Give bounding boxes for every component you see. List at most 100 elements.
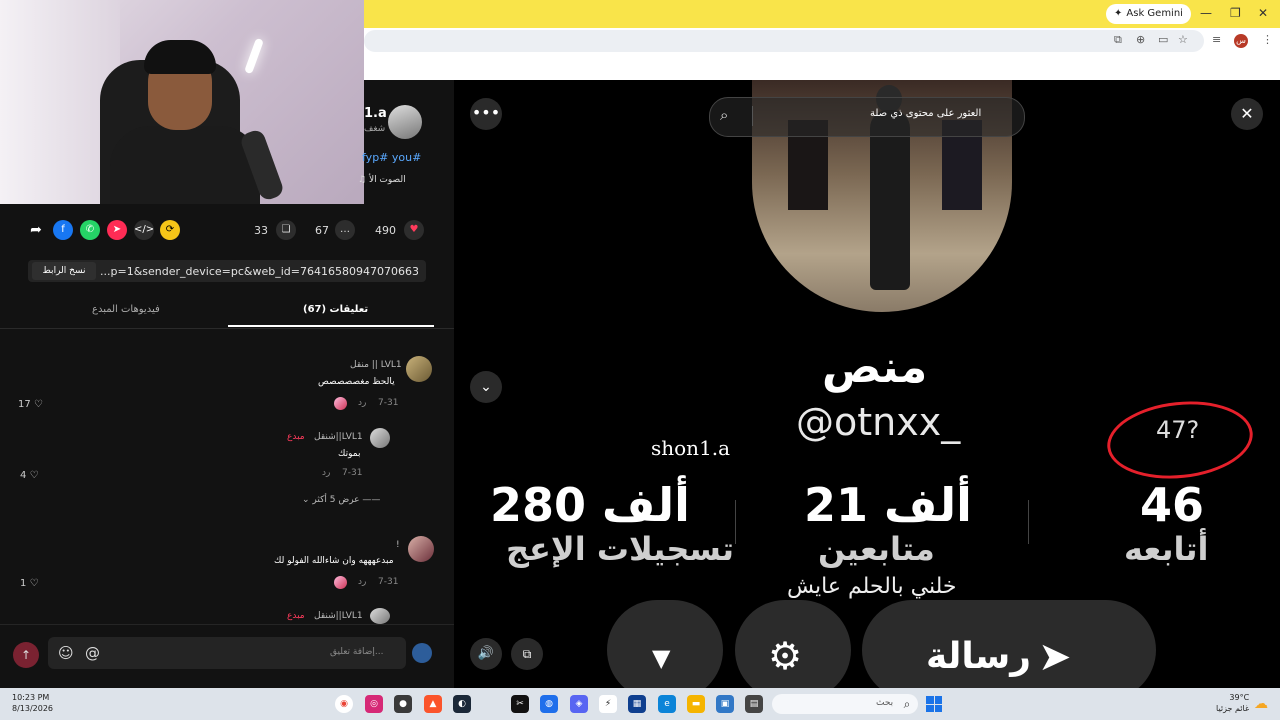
triangle-down-icon: ▼ <box>652 644 671 672</box>
app-icon[interactable]: ▦ <box>628 695 646 713</box>
facebook-icon[interactable]: f <box>53 220 73 240</box>
tab-creator-videos[interactable]: فيديوهات المبدع <box>92 304 160 315</box>
weather-description: غائم جزئيا <box>1216 704 1250 713</box>
heart-icon[interactable]: ♥ <box>404 220 424 240</box>
close-video-button[interactable]: ✕ <box>1231 98 1263 130</box>
profile-avatar[interactable]: س <box>1234 34 1248 48</box>
zoom-icon[interactable]: ⊕ <box>1136 33 1145 46</box>
heart-outline-icon: ♡ <box>33 399 43 410</box>
translate-icon[interactable]: ⧉ <box>1114 33 1122 47</box>
send-icon[interactable]: ➤ <box>107 220 127 240</box>
more-dots-icon: ••• <box>471 103 501 122</box>
brave-icon[interactable]: ▲ <box>424 695 442 713</box>
more-options-button[interactable]: ••• <box>470 98 502 130</box>
app-icon[interactable]: ● <box>394 695 412 713</box>
active-tab-indicator <box>228 325 434 327</box>
likes-total: 280 ألف <box>490 478 690 532</box>
post-comment-button[interactable]: ↑ <box>13 642 39 668</box>
paper-plane-icon: ➤ <box>1038 634 1072 680</box>
whatsapp-icon[interactable]: ✆ <box>80 220 100 240</box>
reply-avatar[interactable] <box>370 428 390 448</box>
cast-icon[interactable]: ▭ <box>1158 33 1168 46</box>
embed-icon[interactable]: </> <box>134 220 154 240</box>
app-icon[interactable]: ▤ <box>745 695 763 713</box>
taskbar-weather[interactable]: 39°C غائم جزئيا <box>1216 692 1249 714</box>
stat-divider <box>735 500 736 544</box>
creator-badge: مبدع <box>287 432 305 442</box>
capcut-icon[interactable]: ✂ <box>511 695 529 713</box>
comment-avatar[interactable] <box>408 536 434 562</box>
reply-avatar[interactable] <box>370 608 390 624</box>
comment-placeholder: إضافة تعليق... <box>330 647 384 657</box>
bookmark-icon[interactable]: ❏ <box>276 220 296 240</box>
annotation-text: 47? <box>1156 416 1200 444</box>
comment-like-count: 17 <box>18 399 31 410</box>
taskbar-time: 10:23 PM <box>12 693 50 702</box>
search-divider <box>752 106 753 126</box>
share-arrow-icon[interactable]: ➦ <box>26 220 46 240</box>
user-avatar[interactable] <box>412 643 432 663</box>
volume-button[interactable]: 🔊 <box>470 638 502 670</box>
reply-button[interactable]: رد <box>358 577 366 587</box>
chrome-icon[interactable]: ◉ <box>335 695 353 713</box>
photo-person-body <box>870 110 910 290</box>
comment-author[interactable]: منقل || LVL1 <box>350 360 402 370</box>
search-icon[interactable]: ⌕ <box>720 106 728 124</box>
reading-list-icon[interactable]: ≡ <box>1212 33 1221 46</box>
author-avatar[interactable] <box>388 105 422 139</box>
next-video-button[interactable]: ⌄ <box>470 371 502 403</box>
author-name[interactable]: 1.a <box>364 106 387 121</box>
bookmark-star-icon[interactable]: ☆ <box>1178 33 1188 46</box>
following-label: أتابعه <box>1124 530 1209 568</box>
address-bar[interactable] <box>364 30 1204 52</box>
reply-author[interactable]: شنقل||LVL1 <box>314 611 363 621</box>
video-link-url[interactable]: ...p=1&sender_device=pc&web_id=764165809… <box>100 265 418 278</box>
taskbar-search[interactable] <box>772 694 918 714</box>
ask-gemini-button[interactable]: ✦ Ask Gemini <box>1106 4 1191 24</box>
comment-avatar[interactable] <box>406 356 432 382</box>
browser-menu-icon[interactable]: ⋮ <box>1262 33 1273 46</box>
windows-start-icon[interactable] <box>926 696 942 712</box>
user-gear-icon: ⚙ <box>768 634 803 678</box>
reply-date: 7-31 <box>342 468 363 478</box>
reply-like[interactable]: 4 ♡ <box>20 470 39 481</box>
reply-button[interactable]: رد <box>322 468 330 478</box>
comment-author[interactable]: ! <box>396 540 400 550</box>
app-icon[interactable]: ⚡ <box>599 695 617 713</box>
comment-like[interactable]: 17 ♡ <box>18 399 43 410</box>
minimize-icon[interactable]: — <box>1200 6 1212 20</box>
app-icon[interactable]: ▣ <box>716 695 734 713</box>
tab-comments[interactable]: تعليقات (67) <box>303 304 368 315</box>
followers-count: 21 ألف <box>804 478 972 532</box>
taskbar-date: 8/13/2026 <box>12 704 54 713</box>
steam-icon[interactable]: ◐ <box>453 695 471 713</box>
file-explorer-icon[interactable]: ▬ <box>687 695 705 713</box>
emoji-icon[interactable]: ☺ <box>58 644 74 662</box>
weather-icon: ☁ <box>1254 696 1268 712</box>
mini-player-button[interactable]: ⧉ <box>511 638 543 670</box>
view-more-label: عرض 5 أكثر <box>312 495 360 505</box>
maximize-icon[interactable]: ❐ <box>1230 6 1241 20</box>
video-hashtags[interactable]: fyp# you# <box>362 151 421 164</box>
close-window-icon[interactable]: ✕ <box>1258 6 1268 20</box>
followers-label: متابعين <box>818 530 935 568</box>
video-sound[interactable]: ♫ الصوت الأ <box>358 175 406 185</box>
discord-icon[interactable]: ◈ <box>570 695 588 713</box>
repost-icon[interactable]: ⟳ <box>160 220 180 240</box>
taskbar-clock[interactable]: 10:23 PM 8/13/2026 <box>12 692 53 714</box>
copy-link-button[interactable]: نسخ الرابط <box>32 262 96 280</box>
view-more-replies[interactable]: ⌄ عرض 5 أكثر —— <box>302 495 380 505</box>
gemini-icon: ✦ <box>1114 8 1123 19</box>
reply-button[interactable]: رد <box>358 398 366 408</box>
comment-date: 7-31 <box>378 577 399 587</box>
comment-icon[interactable]: … <box>335 220 355 240</box>
mention-icon[interactable]: @ <box>85 644 100 662</box>
edge-icon[interactable]: e <box>658 695 676 713</box>
comment-like[interactable]: 1 ♡ <box>20 578 39 589</box>
instagram-icon[interactable]: ◎ <box>365 695 383 713</box>
app-icon[interactable]: ◍ <box>540 695 558 713</box>
reply-author[interactable]: شنقل||LVL1 <box>314 432 363 442</box>
video-watermark: shon1.a <box>651 436 731 460</box>
search-icon[interactable]: ⌕ <box>898 695 916 713</box>
taskbar-search-placeholder: بحث <box>876 698 894 708</box>
